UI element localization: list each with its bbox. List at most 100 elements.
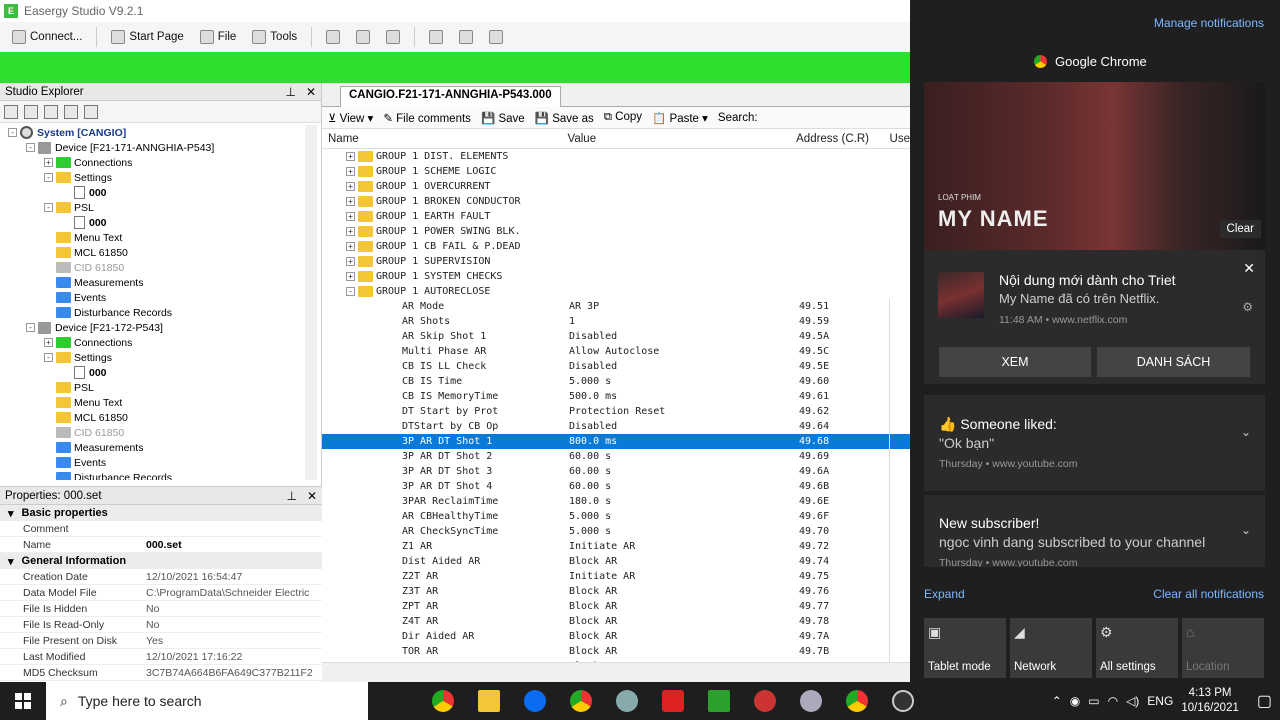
setting-value[interactable]: Disabled [569, 361, 799, 372]
setting-value[interactable]: Block AR [569, 556, 799, 567]
setting-row[interactable]: CB IS LL Check Disabled 49.5E [322, 359, 910, 374]
setting-value[interactable]: 60.00 s [569, 481, 799, 492]
tree-item[interactable]: CID 61850 [0, 425, 321, 440]
tools-menu[interactable]: Tools [246, 28, 303, 46]
folder-icon[interactable] [64, 104, 78, 119]
tree-item[interactable]: - Device [F21-171-ANNGHIA-P543] [0, 140, 321, 155]
setting-row[interactable]: 3P AR DT Shot 1 800.0 ms 49.68 [322, 434, 910, 449]
location-tile[interactable]: ⌂ Location [1182, 618, 1264, 678]
tree-item[interactable]: MCL 61850 [0, 410, 321, 425]
tree-item[interactable]: MCL 61850 [0, 245, 321, 260]
property-row[interactable]: Creation Date 12/10/2021 16:54:47 [0, 569, 322, 585]
obs-app[interactable] [880, 682, 926, 720]
collapse-icon[interactable]: ▾ [8, 555, 14, 568]
setting-value[interactable]: 180.0 s [569, 496, 799, 507]
collapse-icon[interactable]: - [44, 173, 53, 182]
collapse-icon[interactable]: - [346, 287, 355, 296]
col-use[interactable]: Use [890, 133, 910, 145]
start-button[interactable] [0, 682, 46, 720]
setting-value[interactable]: Disabled [569, 421, 799, 432]
category-general[interactable]: ▾ General Information [0, 553, 322, 569]
zalo-app[interactable] [512, 682, 558, 720]
setting-row[interactable]: 3P AR DT Shot 2 60.00 s 49.69 [322, 449, 910, 464]
tree-item[interactable]: 000 [0, 365, 321, 380]
setting-value[interactable]: Disabled [569, 331, 799, 342]
save-button[interactable]: 💾 Save [481, 111, 525, 125]
wifi-icon[interactable]: ◠ [1108, 694, 1118, 708]
setting-row[interactable]: 3PAR ReclaimTime 180.0 s 49.6E [322, 494, 910, 509]
tree-item[interactable]: Disturbance Records [0, 305, 321, 320]
setting-value[interactable]: 500.0 ms [569, 391, 799, 402]
xem-button[interactable]: XEM [939, 347, 1091, 377]
chevron-down-icon[interactable]: ⌄ [1241, 523, 1251, 537]
copy-button[interactable]: ⧉ Copy [604, 111, 642, 124]
manage-notifications-link[interactable]: Manage notifications [1154, 16, 1264, 30]
document-tab[interactable]: CANGIO.F21-171-ANNGHIA-P543.000 [340, 86, 561, 107]
collapse-icon[interactable]: - [26, 143, 35, 152]
setting-row[interactable]: AR CheckSyncTime 5.000 s 49.70 [322, 524, 910, 539]
setting-value[interactable]: 1 [569, 316, 799, 327]
grid-scrollbar[interactable] [322, 662, 910, 682]
property-row[interactable]: File Present on Disk Yes [0, 633, 322, 649]
collapse-icon[interactable]: - [8, 128, 17, 137]
explorer-app[interactable] [466, 682, 512, 720]
game-app[interactable] [742, 682, 788, 720]
expand-icon[interactable]: + [346, 227, 355, 236]
chrome-app-2[interactable] [558, 682, 604, 720]
setting-row[interactable]: DT Start by Prot Protection Reset 49.62 [322, 404, 910, 419]
setting-value[interactable]: Initiate AR [569, 571, 799, 582]
property-row[interactable]: Last Modified 12/10/2021 17:16:22 [0, 649, 322, 665]
setting-value[interactable]: 60.00 s [569, 466, 799, 477]
setting-row[interactable]: AR CBHealthyTime 5.000 s 49.6F [322, 509, 910, 524]
setting-row[interactable]: AR Shots 1 49.59 [322, 314, 910, 329]
group-row[interactable]: - GROUP 1 AUTORECLOSE [322, 284, 910, 299]
export-button[interactable] [380, 28, 406, 46]
setting-value[interactable]: Block AR [569, 631, 799, 642]
tree-item[interactable]: - Settings [0, 170, 321, 185]
expand-icon[interactable]: + [346, 272, 355, 281]
tree-item[interactable]: Events [0, 455, 321, 470]
tree-item[interactable]: CID 61850 [0, 260, 321, 275]
setting-row[interactable]: 3P AR DT Shot 3 60.00 s 49.6A [322, 464, 910, 479]
clear-all-link[interactable]: Clear all notifications [1153, 587, 1264, 601]
expand-icon[interactable]: + [346, 167, 355, 176]
save-as-button[interactable]: 💾 Save as [535, 111, 594, 125]
setting-value[interactable]: Block AR [569, 616, 799, 627]
group-row[interactable]: + GROUP 1 DIST. ELEMENTS [322, 149, 910, 164]
setting-value[interactable]: 5.000 s [569, 511, 799, 522]
tree-item[interactable]: Disturbance Records [0, 470, 321, 480]
tree-item[interactable]: - PSL [0, 200, 321, 215]
setting-row[interactable]: Multi Phase AR Allow Autoclose 49.5C [322, 344, 910, 359]
group-row[interactable]: + GROUP 1 OVERCURRENT [322, 179, 910, 194]
expand-icon[interactable]: + [346, 197, 355, 206]
setting-value[interactable]: Protection Reset [569, 406, 799, 417]
connect-button[interactable]: Connect... [6, 28, 88, 46]
setting-value[interactable]: 5.000 s [569, 376, 799, 387]
clear-button[interactable]: Clear [1219, 220, 1261, 238]
app-9[interactable] [788, 682, 834, 720]
setting-row[interactable]: ZPT AR Block AR 49.77 [322, 599, 910, 614]
tree-item[interactable]: Menu Text [0, 230, 321, 245]
taskbar-search[interactable]: ⌕ Type here to search [46, 682, 368, 720]
setting-value[interactable]: AR 3P [569, 301, 799, 312]
col-value[interactable]: Value [568, 133, 797, 145]
language-indicator[interactable]: ENG [1147, 694, 1173, 708]
expand-icon[interactable]: + [346, 182, 355, 191]
chevron-up-icon[interactable]: ⌃ [1052, 694, 1062, 708]
shield-icon[interactable]: ◉ [1070, 694, 1080, 708]
expand-icon[interactable]: + [44, 338, 53, 347]
property-row[interactable]: File Is Hidden No [0, 601, 322, 617]
setting-value[interactable]: Initiate AR [569, 541, 799, 552]
acrobat-app[interactable] [650, 682, 696, 720]
setting-row[interactable]: CB IS MemoryTime 500.0 ms 49.61 [322, 389, 910, 404]
netflix-notification[interactable]: LOẠT PHIM MY NAME Clear Nội dung mới dàn… [924, 82, 1265, 384]
group-row[interactable]: + GROUP 1 SCHEME LOGIC [322, 164, 910, 179]
clock[interactable]: 4:13 PM 10/16/2021 [1181, 686, 1239, 716]
setting-value[interactable]: Block AR [569, 586, 799, 597]
search-tool-button[interactable] [320, 28, 346, 46]
group-row[interactable]: + GROUP 1 SUPERVISION [322, 254, 910, 269]
print-button[interactable] [453, 28, 479, 46]
col-name[interactable]: Name [322, 133, 568, 145]
group-row[interactable]: + GROUP 1 EARTH FAULT [322, 209, 910, 224]
start-page-button[interactable]: Start Page [105, 28, 189, 46]
